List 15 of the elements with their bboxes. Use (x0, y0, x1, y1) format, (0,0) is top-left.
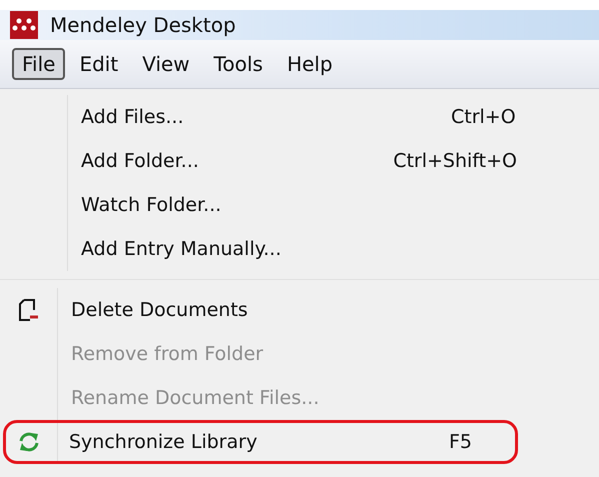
sync-icon (16, 430, 40, 454)
menu-bar-item[interactable]: File (12, 48, 66, 80)
menu-bar-item[interactable]: View (132, 48, 200, 80)
menu-item[interactable]: Delete Documents (60, 288, 510, 332)
menu-bar-item[interactable]: Help (276, 48, 343, 80)
menu-bar-item[interactable]: Edit (69, 48, 128, 80)
document-minus-icon (18, 298, 40, 322)
app-logo-icon (10, 11, 38, 39)
menu-item[interactable]: Add Folder... Ctrl+Shift+O (70, 139, 520, 183)
menu-item[interactable]: Watch Folder... (70, 183, 520, 227)
menu-item[interactable]: Add Entry Manually... (70, 227, 520, 271)
menu-item[interactable]: Add Files... Ctrl+O (70, 95, 520, 139)
menu-bar-item[interactable]: Tools (204, 48, 273, 80)
menu-item[interactable]: Synchronize Library F5 (3, 420, 518, 464)
window-title: Mendeley Desktop (50, 13, 236, 37)
